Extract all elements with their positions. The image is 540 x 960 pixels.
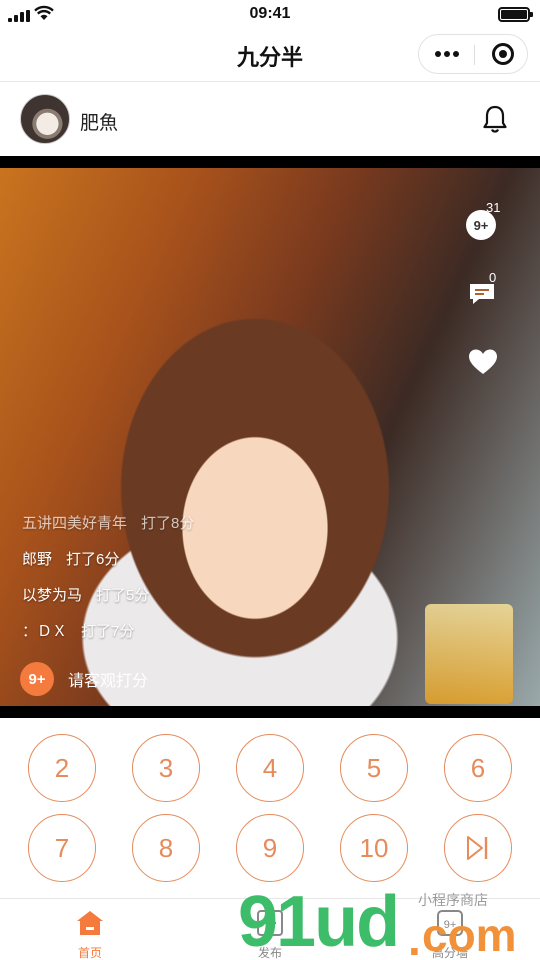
tab-score-wall-label: 高分墙 bbox=[431, 946, 468, 960]
more-icon[interactable] bbox=[419, 35, 474, 73]
tab-bar: 首页 发布 9+ 高分墙 bbox=[0, 898, 540, 960]
score-button-9[interactable]: 9 bbox=[236, 814, 304, 882]
avatar[interactable] bbox=[20, 94, 70, 144]
tab-publish-label: 发布 bbox=[257, 946, 282, 960]
rating-item: 郎野 打了6分 bbox=[22, 548, 119, 569]
rating-item: ：ＤＸ 打了7分 bbox=[22, 620, 134, 641]
rater-name: ：ＤＸ bbox=[22, 623, 68, 640]
score-button-3[interactable]: 3 bbox=[132, 734, 200, 802]
score-count: 31 bbox=[486, 200, 501, 215]
rating-action: 打了5分 bbox=[96, 587, 150, 604]
svg-text:9+: 9+ bbox=[444, 919, 457, 931]
score-wall-icon: 9+ bbox=[437, 910, 463, 936]
score-button-5[interactable]: 5 bbox=[340, 734, 408, 802]
heart-icon[interactable] bbox=[468, 348, 498, 376]
score-badge-icon: 9+ bbox=[20, 662, 54, 696]
comment-icon[interactable] bbox=[468, 282, 496, 306]
rating-item: 五讲四美好青年 打了8分 bbox=[22, 512, 194, 533]
skip-next-icon bbox=[467, 836, 488, 860]
mini-program-capsule bbox=[418, 34, 528, 74]
tab-publish[interactable]: 发布 bbox=[220, 899, 320, 960]
user-name[interactable]: 肥魚 bbox=[80, 108, 118, 135]
user-row: 肥魚 bbox=[0, 82, 540, 156]
rater-name: 以梦为马 bbox=[22, 587, 83, 604]
capsule-divider bbox=[474, 45, 475, 65]
bell-icon[interactable] bbox=[482, 104, 508, 134]
status-time: 09:41 bbox=[249, 5, 291, 22]
score-button-4[interactable]: 4 bbox=[236, 734, 304, 802]
rating-action: 打了6分 bbox=[66, 551, 120, 568]
drink-cup bbox=[425, 604, 513, 704]
skip-next-button[interactable] bbox=[444, 814, 512, 882]
score-button-6[interactable]: 6 bbox=[444, 734, 512, 802]
score-button-7[interactable]: 7 bbox=[28, 814, 96, 882]
rating-action: 打了7分 bbox=[81, 623, 135, 640]
rater-name: 五讲四美好青年 bbox=[22, 515, 128, 532]
invite-text: 请客观打分 bbox=[68, 673, 149, 690]
tab-home-label: 首页 bbox=[77, 946, 102, 960]
comment-count: 0 bbox=[489, 270, 497, 285]
score-button-10[interactable]: 10 bbox=[340, 814, 408, 882]
score-button-2[interactable]: 2 bbox=[28, 734, 96, 802]
status-bar: 09:41 bbox=[0, 0, 540, 28]
score-grid: 2 3 4 5 6 7 8 9 10 bbox=[0, 718, 540, 898]
add-icon bbox=[257, 910, 283, 936]
tab-home[interactable]: 首页 bbox=[40, 899, 140, 960]
close-target-icon[interactable] bbox=[492, 43, 514, 65]
rating-action: 打了8分 bbox=[141, 515, 195, 532]
tab-score-wall[interactable]: 9+ 高分墙 bbox=[400, 899, 500, 960]
rating-item: 以梦为马 打了5分 bbox=[22, 584, 149, 605]
score-button-8[interactable]: 8 bbox=[132, 814, 200, 882]
home-icon bbox=[77, 911, 103, 935]
nav-bar: 九分半 bbox=[0, 28, 540, 82]
rater-name: 郎野 bbox=[22, 551, 53, 568]
battery-icon bbox=[498, 7, 533, 22]
invite-rating: 9+ 请客观打分 bbox=[20, 662, 148, 696]
